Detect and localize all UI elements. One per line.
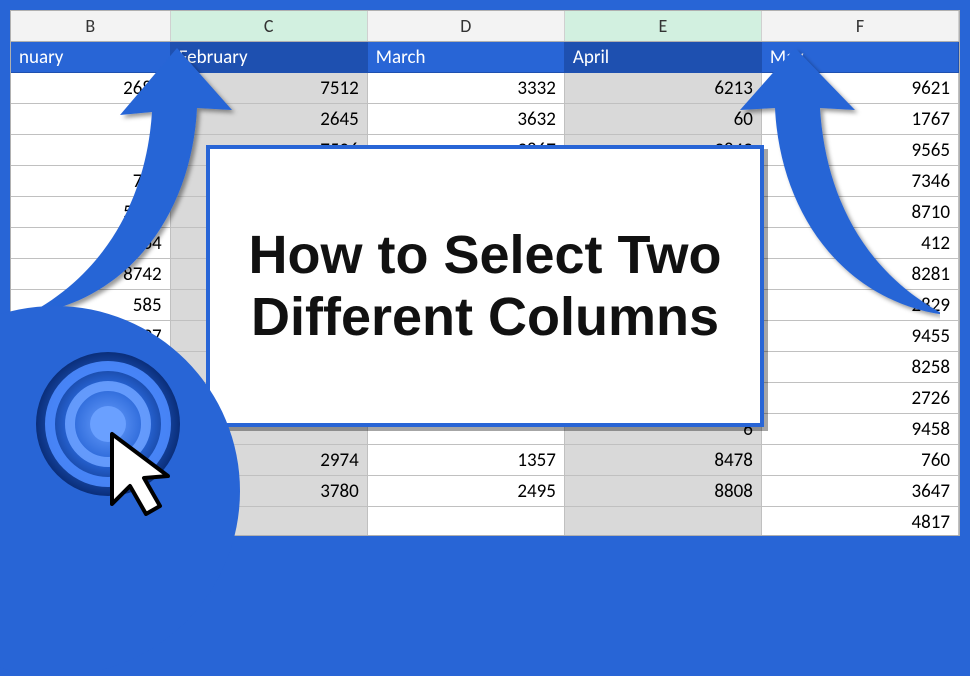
col-header-d[interactable]: D xyxy=(368,11,565,41)
cell[interactable]: 8478 xyxy=(565,445,762,476)
cell[interactable]: 3632 xyxy=(368,104,565,135)
month-cell[interactable]: March xyxy=(368,42,565,73)
cell[interactable]: 9458 xyxy=(762,414,959,445)
cell[interactable]: 4817 xyxy=(762,507,959,535)
cell[interactable]: 8258 xyxy=(762,352,959,383)
cell[interactable] xyxy=(565,507,762,535)
title-text: How to Select Two Different Columns xyxy=(230,224,740,348)
title-card: How to Select Two Different Columns xyxy=(206,145,764,427)
cell[interactable]: 60 xyxy=(565,104,762,135)
cell[interactable] xyxy=(368,507,565,535)
cell[interactable]: 3647 xyxy=(762,476,959,507)
col-header-e[interactable]: E xyxy=(565,11,762,41)
cell[interactable]: 6213 xyxy=(565,73,762,104)
col-header-c[interactable]: C xyxy=(171,11,368,41)
cell[interactable]: 3332 xyxy=(368,73,565,104)
cell[interactable]: 8808 xyxy=(565,476,762,507)
cursor-logo-icon xyxy=(30,346,200,516)
cell[interactable]: 760 xyxy=(762,445,959,476)
col-header-b[interactable]: B xyxy=(11,11,171,41)
curved-arrow-right-icon xyxy=(740,40,940,330)
cell[interactable]: 2495 xyxy=(368,476,565,507)
month-cell[interactable]: April xyxy=(565,42,762,73)
column-headers: B C D E F xyxy=(11,11,959,42)
col-header-f[interactable]: F xyxy=(762,11,959,41)
cell[interactable]: 1357 xyxy=(368,445,565,476)
cell[interactable]: 2726 xyxy=(762,383,959,414)
